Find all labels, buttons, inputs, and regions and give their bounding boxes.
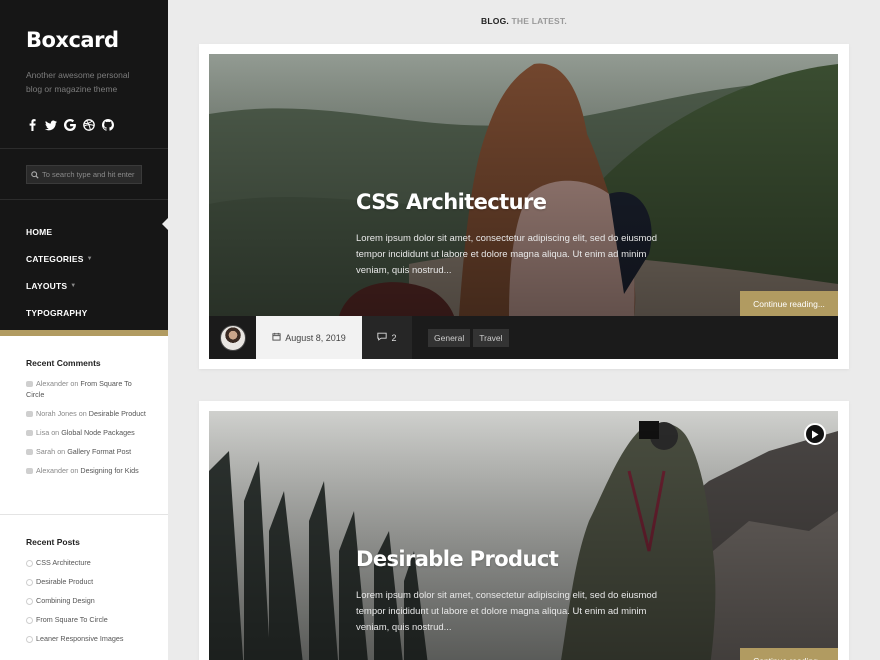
- sidebar: Boxcard Another awesome personal blog or…: [0, 0, 168, 660]
- post-meta-bar: August 8, 2019 2 General Travel: [209, 316, 838, 359]
- comment-on-word: on: [57, 447, 66, 456]
- recent-post-link[interactable]: From Square To Circle: [36, 615, 108, 624]
- continue-reading-button[interactable]: Continue reading...: [740, 648, 838, 660]
- github-icon[interactable]: [102, 118, 114, 132]
- comment-author: Sarah: [36, 447, 56, 456]
- play-icon[interactable]: [804, 423, 826, 445]
- search-icon: [31, 166, 39, 184]
- list-item: Combining Design: [26, 595, 146, 606]
- post-excerpt: Lorem ipsum dolor sit amet, consectetur …: [356, 590, 657, 633]
- nav-item-label: CATEGORIES: [26, 253, 84, 264]
- google-icon[interactable]: [64, 118, 76, 132]
- avatar[interactable]: [219, 324, 246, 351]
- heading-primary: BLOG.: [481, 16, 509, 26]
- continue-reading-button[interactable]: Continue reading...: [740, 291, 838, 316]
- nav-item-layouts[interactable]: LAYOUTS ▼: [26, 272, 93, 299]
- comment-author: Alexander: [36, 466, 69, 475]
- site-tagline: Another awesome personal blog or magazin…: [26, 70, 130, 94]
- list-item: CSS Architecture: [26, 557, 146, 568]
- list-item: From Square To Circle: [26, 614, 146, 625]
- recent-comments-list: Alexander on From Square To Circle Norah…: [26, 378, 146, 484]
- bullet-icon: [26, 616, 33, 624]
- comment-author: Norah Jones: [36, 409, 77, 418]
- sidebar-divider: [0, 148, 168, 149]
- comment-icon: [26, 468, 33, 475]
- comment-post-link[interactable]: Desirable Product: [89, 409, 146, 418]
- site-logo[interactable]: Boxcard: [26, 28, 119, 52]
- nav-item-label: LAYOUTS: [26, 280, 68, 291]
- bullet-icon: [26, 578, 33, 586]
- nav-item-categories[interactable]: CATEGORIES ▼: [26, 245, 93, 272]
- chevron-down-icon: ▼: [70, 282, 77, 289]
- comment-post-link[interactable]: Designing for Kids: [80, 466, 138, 475]
- list-item: Norah Jones on Desirable Product: [26, 408, 146, 419]
- tag-general[interactable]: General: [428, 328, 471, 347]
- nav-item-label: HOME: [26, 226, 53, 237]
- recent-post-link[interactable]: Combining Design: [36, 596, 95, 605]
- bullet-icon: [26, 635, 33, 643]
- active-nav-indicator: [162, 218, 168, 230]
- sidebar-header: Boxcard Another awesome personal blog or…: [0, 0, 168, 330]
- heading-secondary: THE LATEST.: [511, 16, 567, 26]
- search-box[interactable]: [26, 165, 142, 184]
- chevron-down-icon: ▼: [86, 255, 93, 262]
- list-item: Lisa on Global Node Packages: [26, 427, 146, 438]
- nav-item-home[interactable]: HOME: [26, 218, 93, 245]
- list-item: Desirable Product: [26, 576, 146, 587]
- post-excerpt: Lorem ipsum dolor sit amet, consectetur …: [356, 233, 657, 276]
- list-item: Sarah on Gallery Format Post: [26, 446, 146, 457]
- widget-divider: [0, 514, 168, 515]
- section-heading: BLOG. THE LATEST.: [168, 16, 880, 26]
- twitter-icon[interactable]: [45, 118, 57, 132]
- main-nav: HOME CATEGORIES ▼ LAYOUTS ▼ TYPOGRAPHY: [26, 218, 93, 326]
- facebook-icon[interactable]: [26, 118, 38, 132]
- calendar-icon: [272, 332, 281, 343]
- comment-on-word: on: [51, 428, 60, 437]
- comment-icon: [377, 332, 388, 343]
- comment-icon: [26, 381, 33, 388]
- accent-bar: [0, 330, 168, 336]
- nav-item-typography[interactable]: TYPOGRAPHY: [26, 299, 93, 326]
- recent-comments-title: Recent Comments: [26, 358, 101, 368]
- post-tags: General Travel: [412, 316, 509, 359]
- author-avatar-cell: [209, 316, 256, 359]
- recent-posts-title: Recent Posts: [26, 537, 80, 547]
- post-comments-link[interactable]: 2: [362, 316, 412, 359]
- comment-icon: [26, 430, 33, 437]
- comment-post-link[interactable]: Gallery Format Post: [67, 447, 131, 456]
- comment-post-link[interactable]: Global Node Packages: [61, 428, 135, 437]
- post-featured-image[interactable]: Desirable Product Lorem ipsum dolor sit …: [209, 411, 838, 660]
- post-card: CSS Architecture Lorem ipsum dolor sit a…: [199, 44, 849, 369]
- post-title[interactable]: Desirable Product: [356, 547, 559, 571]
- post-card: Desirable Product Lorem ipsum dolor sit …: [199, 401, 849, 660]
- post-title[interactable]: CSS Architecture: [356, 190, 547, 214]
- comment-on-word: on: [78, 409, 87, 418]
- dribbble-icon[interactable]: [83, 118, 95, 132]
- bullet-icon: [26, 559, 33, 567]
- search-input[interactable]: [42, 170, 141, 179]
- comment-count: 2: [391, 332, 397, 343]
- recent-post-link[interactable]: Leaner Responsive Images: [36, 634, 124, 643]
- post-date: August 8, 2019: [256, 316, 362, 359]
- comment-author: Lisa: [36, 428, 50, 437]
- post-date-text: August 8, 2019: [285, 332, 346, 343]
- comment-icon: [26, 449, 33, 456]
- list-item: Leaner Responsive Images: [26, 633, 146, 644]
- post-featured-image[interactable]: CSS Architecture Lorem ipsum dolor sit a…: [209, 54, 838, 316]
- list-item: Alexander on Designing for Kids: [26, 465, 146, 476]
- recent-posts-list: CSS Architecture Desirable Product Combi…: [26, 557, 146, 652]
- list-item: Alexander on From Square To Circle: [26, 378, 146, 400]
- tag-travel[interactable]: Travel: [473, 328, 509, 347]
- recent-post-link[interactable]: Desirable Product: [36, 577, 93, 586]
- comment-author: Alexander: [36, 379, 69, 388]
- comment-icon: [26, 411, 33, 418]
- recent-post-link[interactable]: CSS Architecture: [36, 558, 91, 567]
- nav-item-label: TYPOGRAPHY: [26, 307, 88, 318]
- social-links: [26, 118, 114, 132]
- comment-on-word: on: [70, 466, 79, 475]
- sidebar-divider: [0, 199, 168, 200]
- comment-on-word: on: [70, 379, 79, 388]
- bullet-icon: [26, 597, 33, 605]
